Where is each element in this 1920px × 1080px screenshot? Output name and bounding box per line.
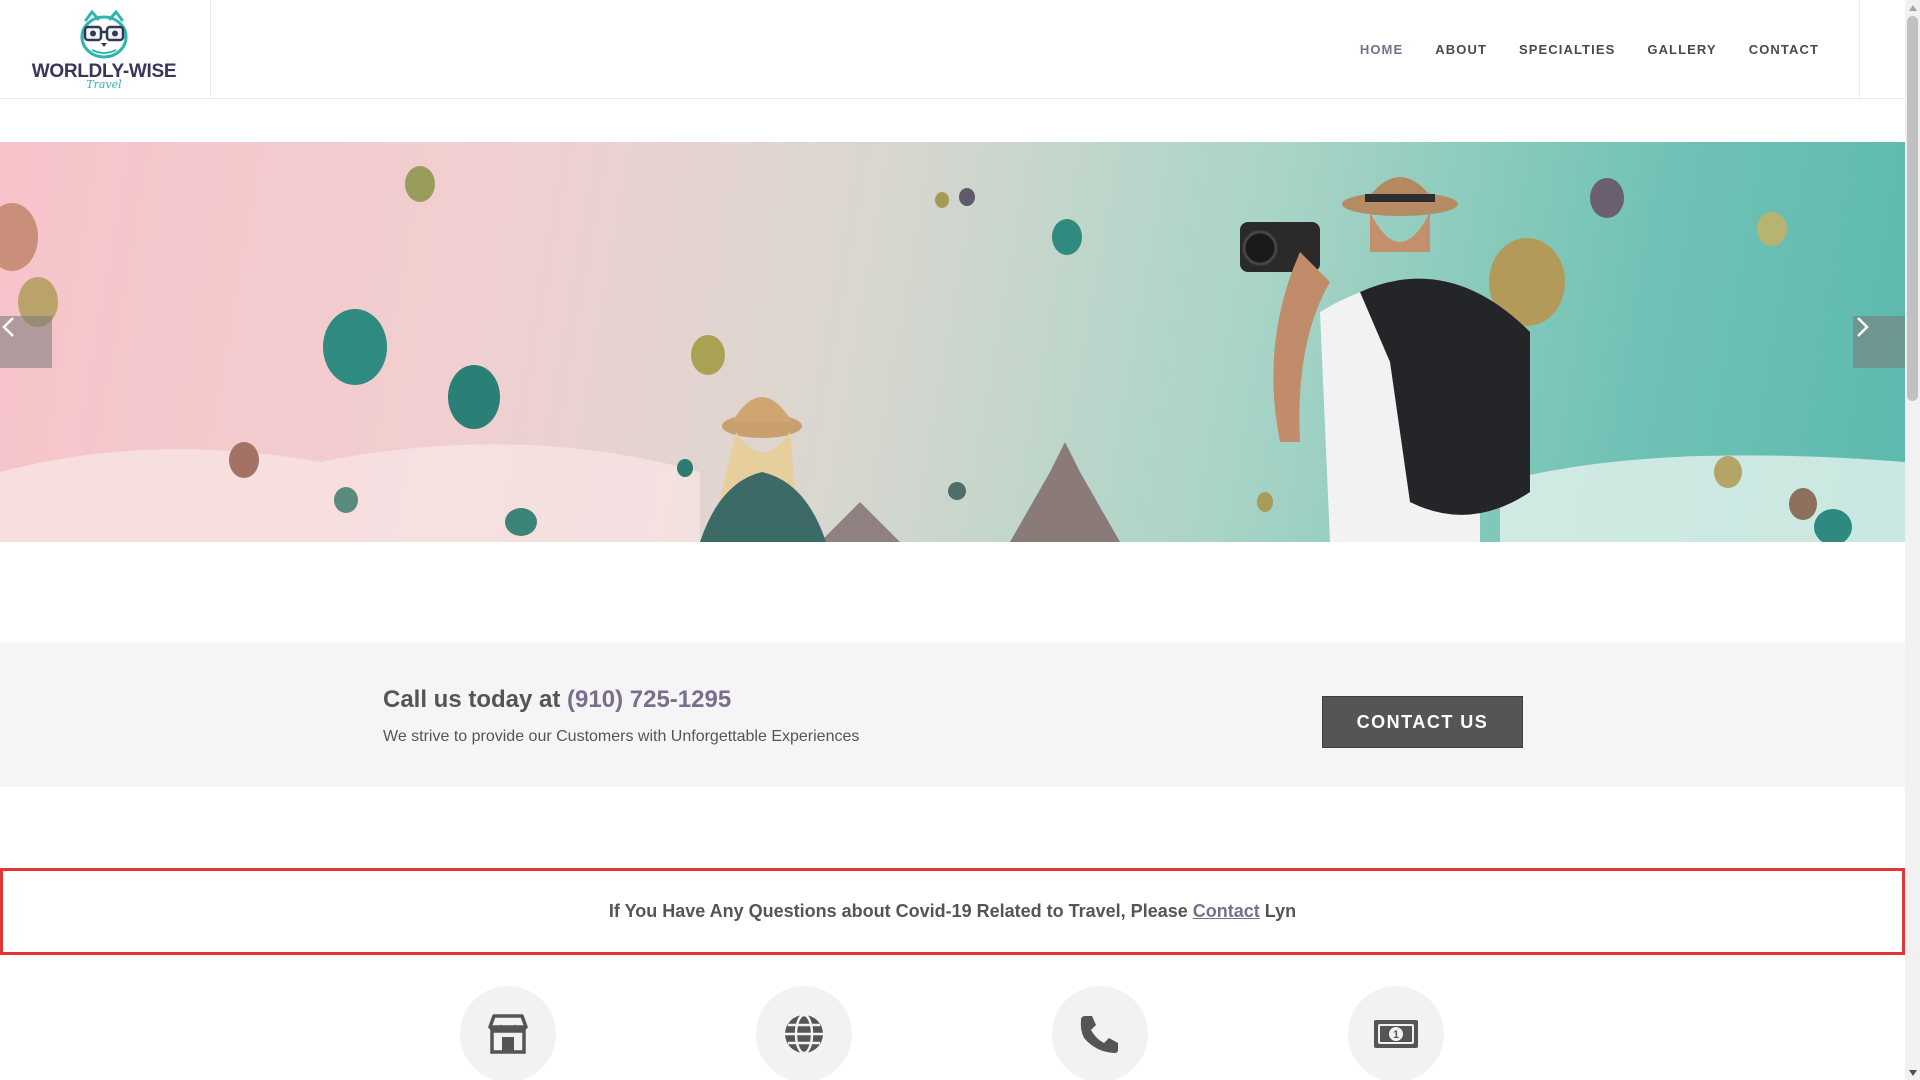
chevron-left-icon bbox=[2, 317, 14, 337]
chevron-right-icon bbox=[1857, 317, 1869, 337]
covid-notice: If You Have Any Questions about Covid-19… bbox=[0, 868, 1905, 955]
owl-logo-icon bbox=[80, 9, 128, 58]
header-divider bbox=[1859, 0, 1860, 99]
man-figure bbox=[1240, 177, 1530, 542]
cta-subtitle: We strive to provide our Customers with … bbox=[383, 728, 860, 745]
scroll-down-button[interactable] bbox=[1905, 1065, 1920, 1080]
page-scrollbar[interactable] bbox=[1905, 0, 1920, 1080]
notice-contact-link[interactable]: Contact bbox=[1193, 901, 1260, 922]
feature-phone bbox=[1052, 986, 1148, 1080]
contact-us-button[interactable]: CONTACT US bbox=[1322, 696, 1523, 748]
cta-title: Call us today at (910) 725-1295 bbox=[383, 686, 731, 714]
feature-globe bbox=[756, 986, 852, 1080]
site-header: WORLDLY-WISE Travel HOME ABOUT SPECIALTI… bbox=[0, 0, 1905, 99]
money-icon: 1 bbox=[1374, 1020, 1418, 1048]
main-nav: HOME ABOUT SPECIALTIES GALLERY CONTACT bbox=[1344, 0, 1835, 99]
phone-number-link[interactable]: (910) 725-1295 bbox=[567, 686, 731, 713]
caret-down-icon bbox=[1908, 1069, 1917, 1076]
logo-script-text: Travel bbox=[86, 77, 122, 91]
phone-icon bbox=[1080, 1016, 1118, 1053]
notice-text-end: Lyn bbox=[1264, 901, 1297, 921]
header-divider bbox=[210, 0, 211, 99]
caret-up-icon bbox=[1908, 4, 1917, 11]
feature-money: 1 bbox=[1348, 986, 1444, 1080]
nav-item-gallery[interactable]: GALLERY bbox=[1631, 42, 1732, 57]
store-icon bbox=[488, 1014, 528, 1054]
hero-image bbox=[0, 166, 1905, 542]
scroll-thumb[interactable] bbox=[1907, 16, 1918, 401]
nav-item-about[interactable]: ABOUT bbox=[1419, 42, 1503, 57]
site-logo[interactable]: WORLDLY-WISE Travel bbox=[28, 0, 180, 99]
feature-store bbox=[460, 986, 556, 1080]
nav-item-home[interactable]: HOME bbox=[1344, 42, 1419, 57]
notice-text: If You Have Any Questions about Covid-19… bbox=[608, 901, 1188, 921]
woman-figure bbox=[700, 397, 826, 542]
call-to-action-band: Call us today at (910) 725-1295 We striv… bbox=[0, 642, 1905, 787]
slider-prev-button[interactable] bbox=[0, 316, 52, 368]
globe-icon bbox=[785, 1013, 823, 1055]
slider-next-button[interactable] bbox=[1853, 316, 1905, 368]
cta-title-prefix: Call us today at bbox=[383, 686, 561, 713]
svg-text:1: 1 bbox=[1393, 1029, 1399, 1041]
page: WORLDLY-WISE Travel HOME ABOUT SPECIALTI… bbox=[0, 0, 1920, 1080]
scroll-up-button[interactable] bbox=[1905, 0, 1920, 15]
nav-item-specialties[interactable]: SPECIALTIES bbox=[1503, 42, 1631, 57]
nav-item-contact[interactable]: CONTACT bbox=[1733, 42, 1835, 57]
hero-slider bbox=[0, 142, 1905, 542]
page-content: WORLDLY-WISE Travel HOME ABOUT SPECIALTI… bbox=[0, 0, 1905, 1080]
